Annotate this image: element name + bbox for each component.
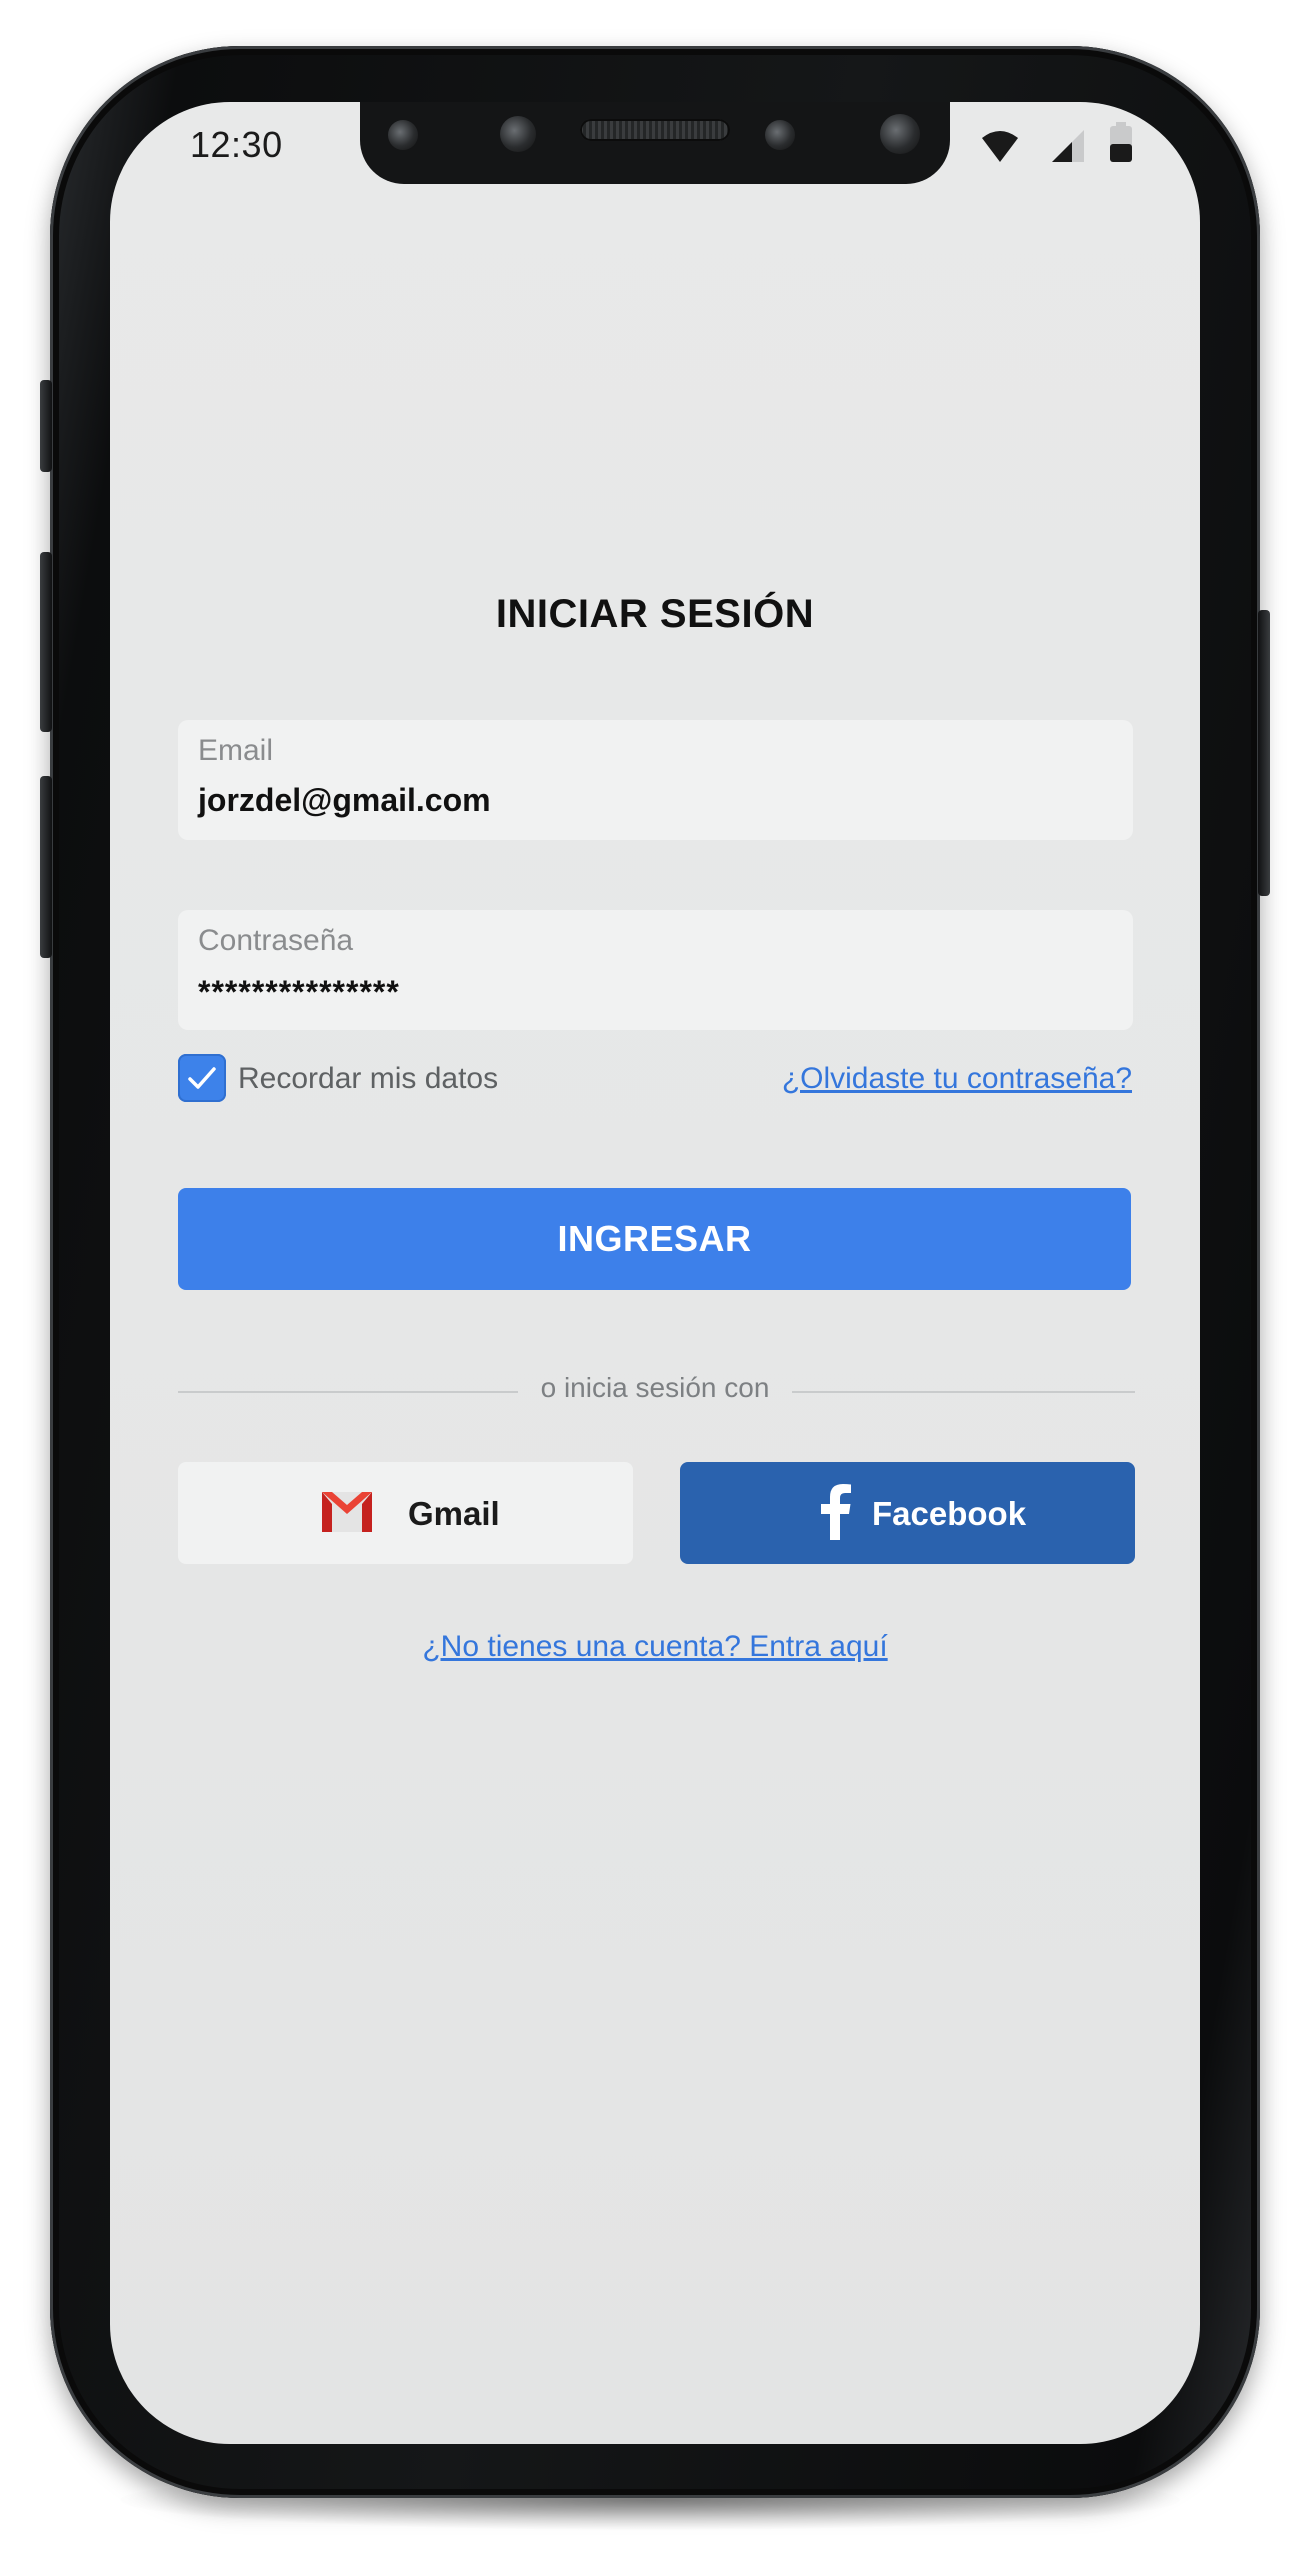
gmail-login-button[interactable]: Gmail: [178, 1462, 633, 1564]
notch: [360, 102, 950, 184]
facebook-login-button[interactable]: Facebook: [680, 1462, 1135, 1564]
front-camera: [880, 114, 920, 154]
email-field[interactable]: Email jorzdel@gmail.com: [178, 720, 1133, 840]
earpiece-speaker: [580, 119, 730, 141]
password-value[interactable]: ***************: [198, 974, 400, 1011]
forgot-password-link[interactable]: ¿Olvidaste tu contraseña?: [782, 1062, 1132, 1096]
gmail-icon: [322, 1492, 372, 1532]
remember-label: Recordar mis datos: [238, 1062, 499, 1095]
facebook-icon: [821, 1484, 851, 1540]
volume-down-button: [40, 776, 52, 958]
email-value[interactable]: jorzdel@gmail.com: [198, 782, 491, 819]
power-button: [1258, 610, 1270, 896]
status-icons: [980, 122, 1140, 168]
cellular-signal-icon: [1052, 130, 1084, 162]
sensor-dot: [388, 120, 418, 150]
status-time: 12:30: [190, 124, 283, 165]
divider-text: o inicia sesión con: [540, 1372, 770, 1403]
phone-screen: 12:30 INICIAR SESIÓN Email jorzdel@gmail…: [110, 102, 1200, 2444]
sensor-dot: [500, 116, 536, 152]
password-field[interactable]: Contraseña ***************: [178, 910, 1133, 1030]
sensor-dot: [765, 120, 795, 150]
signup-link[interactable]: ¿No tienes una cuenta? Entra aquí: [110, 1630, 1200, 1664]
volume-up-button: [40, 552, 52, 732]
phone-mockup: 12:30 INICIAR SESIÓN Email jorzdel@gmail…: [0, 0, 1300, 2552]
gmail-label: Gmail: [408, 1495, 500, 1532]
login-button[interactable]: INGRESAR: [178, 1188, 1131, 1290]
battery-icon: [1110, 122, 1132, 162]
wifi-icon: [982, 131, 1018, 162]
page-title: INICIAR SESIÓN: [495, 592, 815, 636]
password-label: Contraseña: [198, 924, 354, 957]
checkmark-icon: [188, 1067, 216, 1089]
facebook-label: Facebook: [872, 1495, 1027, 1532]
email-label: Email: [198, 734, 274, 767]
divider-line-right: [792, 1391, 1135, 1393]
action-button: [40, 380, 52, 472]
remember-checkbox[interactable]: [178, 1054, 226, 1102]
